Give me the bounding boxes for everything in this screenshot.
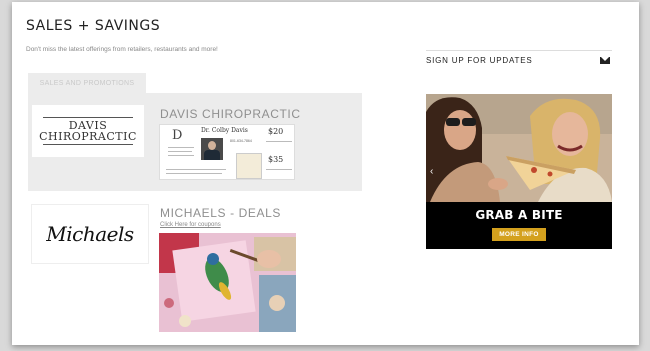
logo-rule [43,117,133,118]
listing-title-davis[interactable]: DAVIS CHIROPRACTIC [160,107,301,121]
davis-coupon-image[interactable]: D Dr. Colby Davis 801-634-7864 $20 $35 [159,124,295,180]
signup-label: SIGN UP FOR UPDATES [426,56,533,65]
davis-d-icon: D [172,128,183,143]
doctor-photo [201,138,223,160]
davis-chiropractic-logo[interactable]: DAVIS CHIROPRACTIC [32,105,144,157]
coupon-price-1: $20 [268,127,284,136]
logo-line-2: CHIROPRACTIC [39,130,137,143]
listing-title-michaels[interactable]: MICHAELS - DEALS [160,206,281,220]
painting-craft-photo[interactable] [159,233,296,332]
coupon-phone: 801-634-7864 [230,139,252,143]
michaels-logo[interactable]: Michaels [32,205,148,263]
page-subtitle: Don't miss the latest offerings from ret… [26,46,218,53]
coupon-logo-square [236,153,262,179]
coupon-price-2: $35 [268,155,284,164]
page-title: SALES + SAVINGS [26,18,161,34]
envelope-icon[interactable] [600,57,610,64]
coupon-doctor-name: Dr. Colby Davis [201,127,248,134]
coupon-link[interactable]: Click Here for coupons [160,222,221,228]
ad-headline: GRAB A BITE [475,208,563,222]
grab-a-bite-ad[interactable]: ‹ GRAB A BITE MORE INFO [426,94,612,249]
more-info-button[interactable]: MORE INFO [492,228,546,241]
tab-sales-and-promotions[interactable]: SALES AND PROMOTIONS [28,73,146,93]
michaels-wordmark: Michaels [46,222,134,246]
chevron-left-icon[interactable]: ‹ [430,166,433,177]
signup-for-updates[interactable]: SIGN UP FOR UPDATES [426,50,612,70]
logo-rule [43,144,133,145]
